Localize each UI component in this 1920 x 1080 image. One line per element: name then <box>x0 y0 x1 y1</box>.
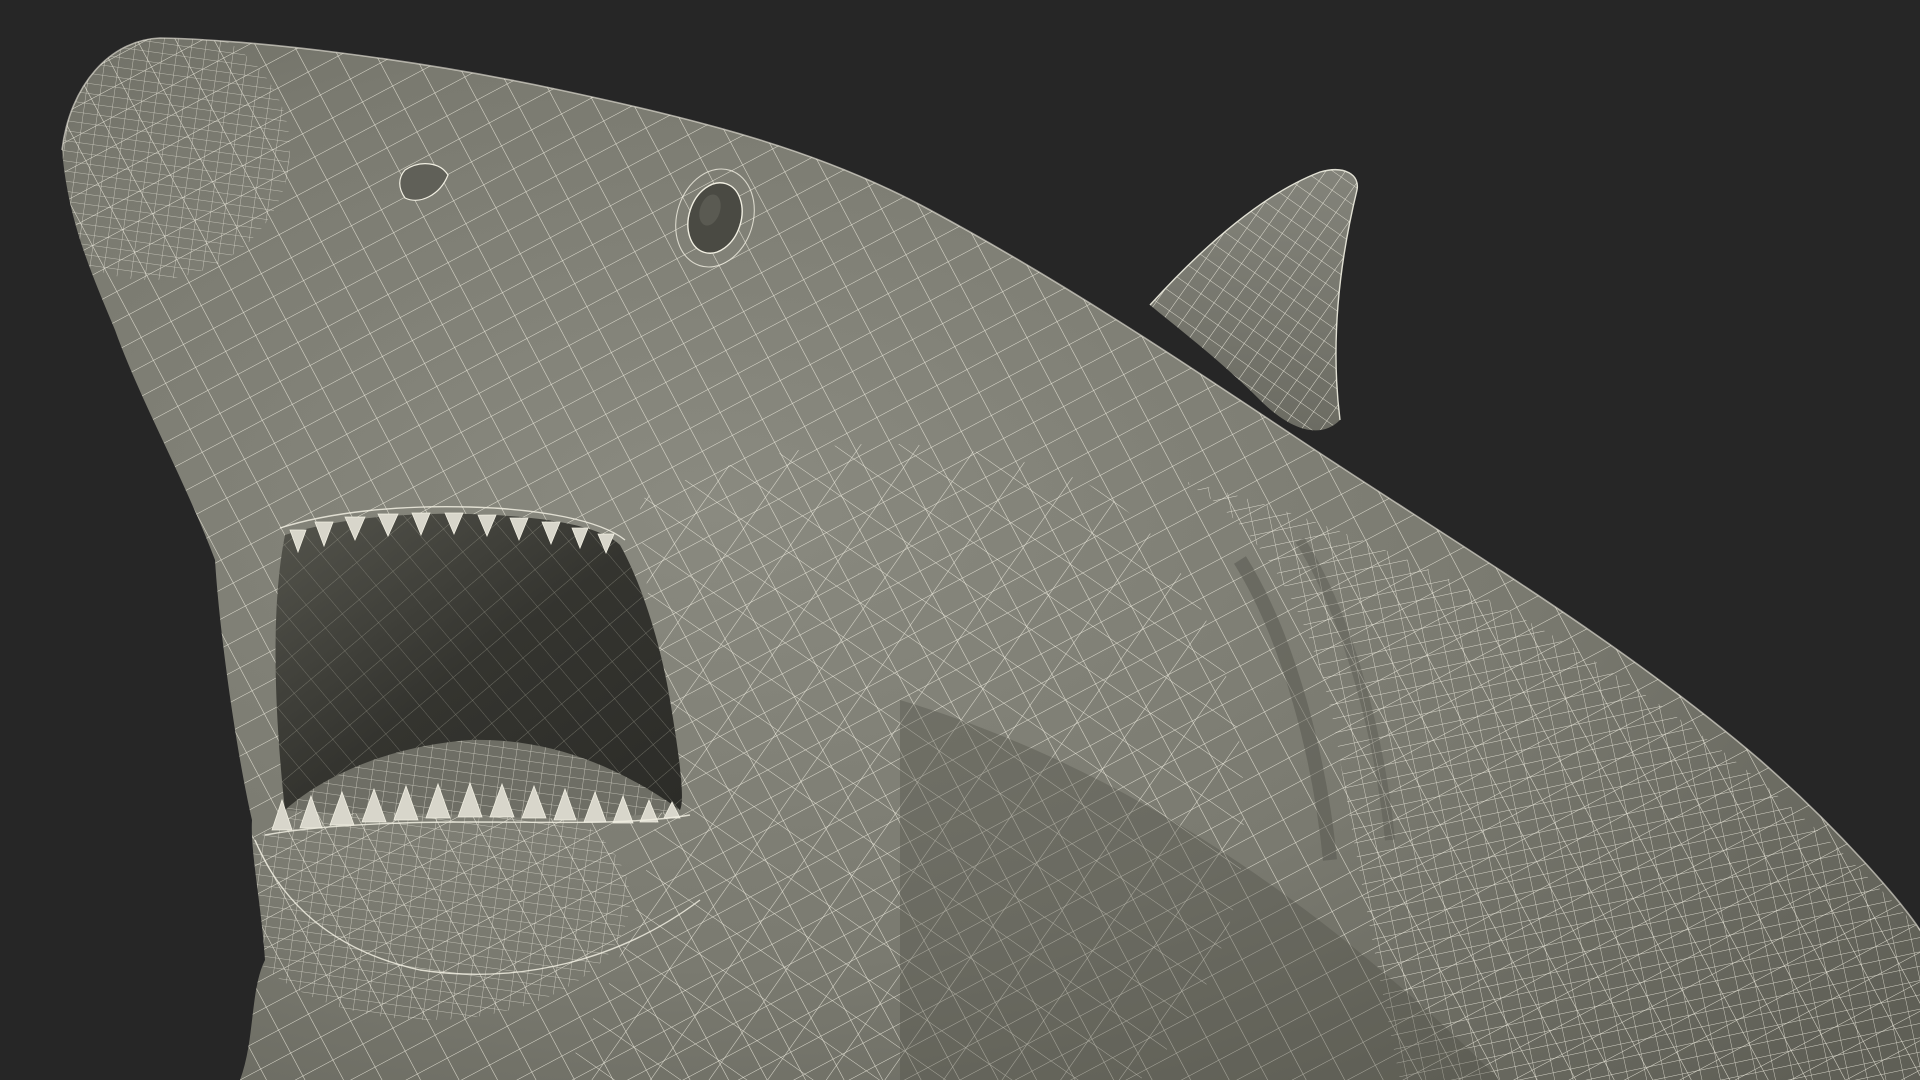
shark-wireframe-render <box>0 0 1920 1080</box>
open-mouth <box>275 513 682 819</box>
